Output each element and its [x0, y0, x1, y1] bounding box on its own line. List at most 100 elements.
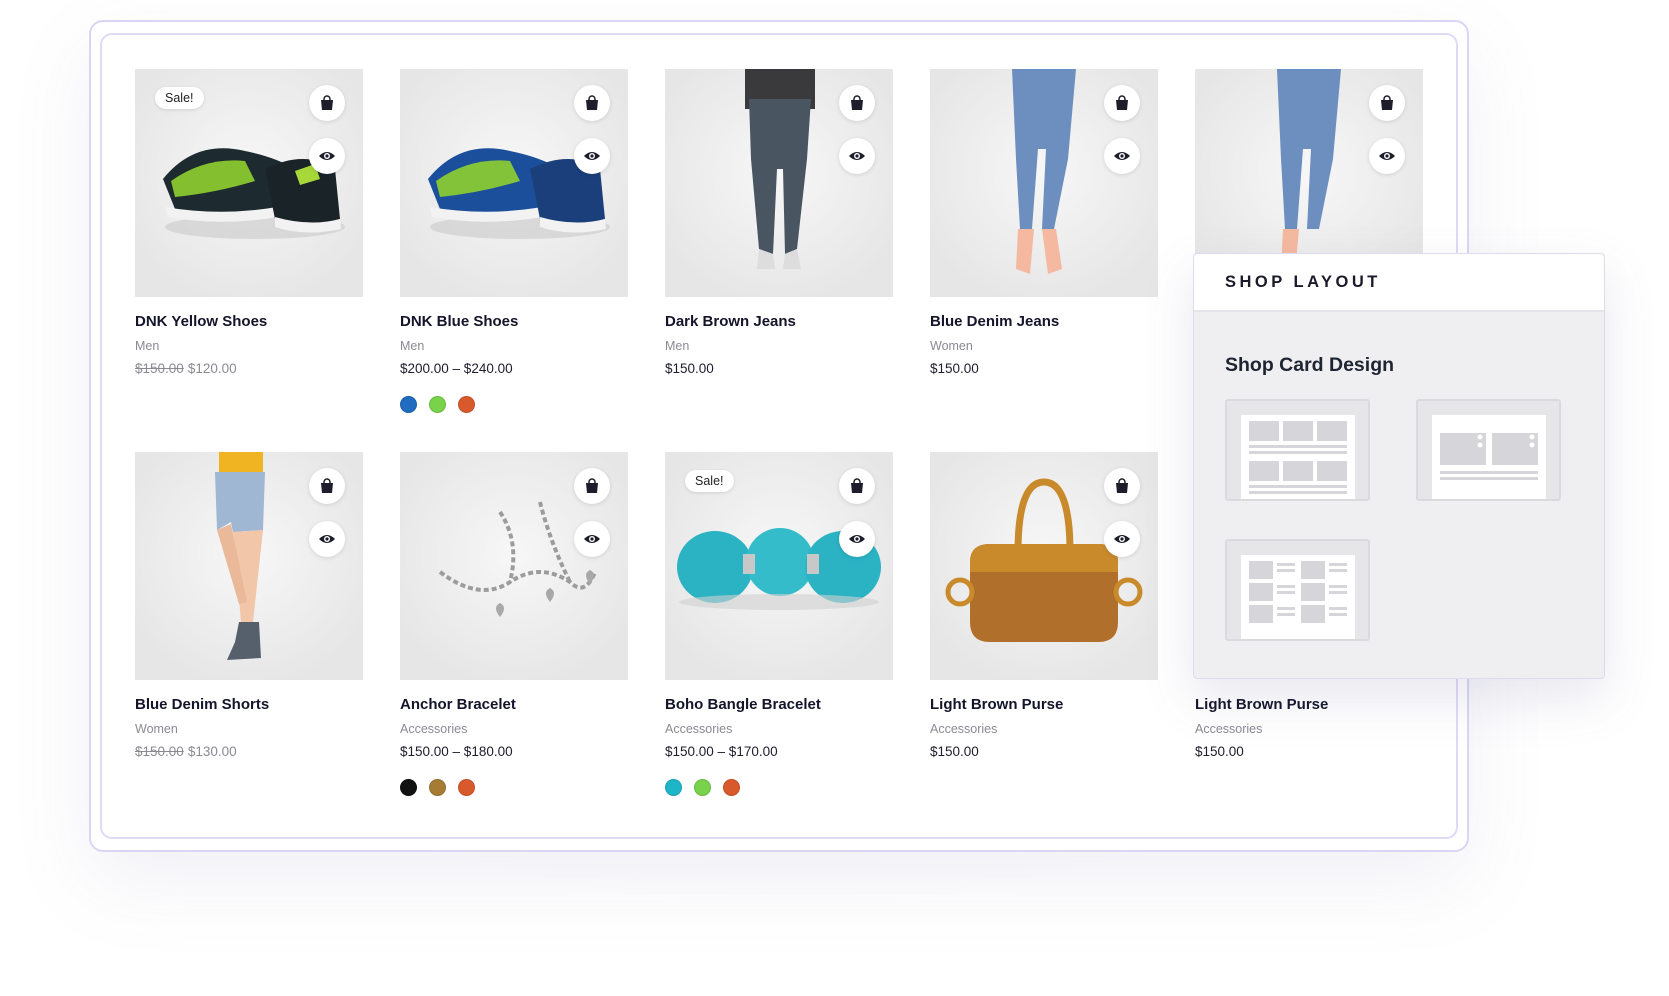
eye-icon [319, 535, 335, 543]
shop-card-design-title: Shop Card Design [1225, 354, 1395, 376]
product-card[interactable]: Sale! DNK Yellow Shoes Men $150.00 $120.0… [135, 69, 363, 376]
product-category[interactable]: Accessories [1195, 722, 1262, 736]
product-price: $150.00 [930, 361, 979, 376]
product-title[interactable]: Blue Denim Shorts [135, 696, 269, 713]
color-swatch-orange[interactable] [458, 779, 475, 796]
old-price: $150.00 [135, 744, 184, 759]
add-to-cart-button[interactable] [1369, 85, 1405, 121]
quick-view-button[interactable] [1104, 138, 1140, 174]
grid-layout-icon [1248, 421, 1347, 494]
product-price: $150.00 – $170.00 [665, 744, 778, 759]
shopping-bag-icon [321, 95, 333, 110]
product-title[interactable]: Light Brown Purse [1195, 696, 1328, 713]
color-swatches [400, 396, 475, 413]
color-swatch-orange[interactable] [458, 396, 475, 413]
layout-option-split[interactable] [1416, 399, 1561, 501]
product-image[interactable] [665, 69, 893, 297]
product-price: $150.00 $130.00 [135, 744, 237, 759]
color-swatch-black[interactable] [400, 779, 417, 796]
layout-option-grid[interactable] [1225, 399, 1370, 501]
product-category[interactable]: Accessories [930, 722, 997, 736]
quick-view-button[interactable] [839, 138, 875, 174]
quick-view-button[interactable] [839, 521, 875, 557]
layout-preview [1240, 555, 1355, 639]
quick-view-button[interactable] [1369, 138, 1405, 174]
quick-view-button[interactable] [309, 138, 345, 174]
layout-option-list[interactable] [1225, 539, 1370, 641]
shopping-bag-icon [586, 478, 598, 493]
sale-badge: Sale! [155, 87, 204, 109]
eye-icon [584, 152, 600, 160]
color-swatch-blue[interactable] [400, 396, 417, 413]
product-category[interactable]: Women [930, 339, 973, 353]
add-to-cart-button[interactable] [839, 468, 875, 504]
add-to-cart-button[interactable] [1104, 468, 1140, 504]
add-to-cart-button[interactable] [309, 468, 345, 504]
product-image[interactable]: Sale! [135, 69, 363, 297]
product-card[interactable]: Sale! Boho Bangle Bracelet Accessories $… [665, 452, 893, 796]
shopping-bag-icon [1381, 95, 1393, 110]
product-card[interactable]: Blue Denim Jeans Women $150.00 [930, 69, 1158, 376]
product-price: $150.00 [930, 744, 979, 759]
product-title[interactable]: Anchor Bracelet [400, 696, 516, 713]
eye-icon [1114, 535, 1130, 543]
quick-view-button[interactable] [309, 521, 345, 557]
color-swatch-green[interactable] [429, 396, 446, 413]
product-category[interactable]: Accessories [665, 722, 732, 736]
layout-preview [1240, 415, 1355, 499]
eye-icon [1379, 152, 1395, 160]
product-image[interactable] [930, 452, 1158, 680]
color-swatch-green[interactable] [694, 779, 711, 796]
product-title[interactable]: DNK Yellow Shoes [135, 313, 267, 330]
list-layout-icon [1248, 561, 1347, 623]
product-title[interactable]: DNK Blue Shoes [400, 313, 518, 330]
product-card[interactable]: Dark Brown Jeans Men $150.00 [665, 69, 893, 376]
product-category[interactable]: Women [135, 722, 178, 736]
color-swatch-orange[interactable] [723, 779, 740, 796]
sale-price: $130.00 [187, 744, 237, 759]
add-to-cart-button[interactable] [574, 468, 610, 504]
product-card[interactable]: Anchor Bracelet Accessories $150.00 – $1… [400, 452, 628, 796]
shopping-bag-icon [1116, 478, 1128, 493]
product-title[interactable]: Boho Bangle Bracelet [665, 696, 821, 713]
product-title[interactable]: Blue Denim Jeans [930, 313, 1059, 330]
panel-header: SHOP LAYOUT [1194, 254, 1604, 312]
color-swatches [665, 779, 740, 796]
quick-view-button[interactable] [1104, 521, 1140, 557]
product-image[interactable] [135, 452, 363, 680]
product-title[interactable]: Dark Brown Jeans [665, 313, 796, 330]
product-card[interactable]: Light Brown Purse Accessories $150.00 [930, 452, 1158, 759]
product-card[interactable]: Blue Denim Shorts Women $150.00 $130.00 [135, 452, 363, 759]
shopping-bag-icon [851, 95, 863, 110]
screenshot-stage: Sale! DNK Yellow Shoes Men $150.00 $120.0… [0, 0, 1669, 996]
product-image[interactable]: Sale! [665, 452, 893, 680]
product-price: $150.00 – $180.00 [400, 744, 513, 759]
product-category[interactable]: Men [135, 339, 159, 353]
product-price: $150.00 [1195, 744, 1244, 759]
color-swatch-brown[interactable] [429, 779, 446, 796]
product-price: $150.00 [665, 361, 714, 376]
add-to-cart-button[interactable] [309, 85, 345, 121]
product-image[interactable] [400, 452, 628, 680]
split-card-layout-icon [1439, 433, 1538, 480]
layout-preview [1431, 415, 1546, 499]
old-price: $150.00 [135, 361, 184, 376]
product-card[interactable]: DNK Blue Shoes Men $200.00 – $240.00 [400, 69, 628, 413]
shopping-bag-icon [321, 478, 333, 493]
quick-view-button[interactable] [574, 138, 610, 174]
product-price: $200.00 – $240.00 [400, 361, 513, 376]
sale-badge: Sale! [685, 470, 734, 492]
product-category[interactable]: Men [400, 339, 424, 353]
product-title[interactable]: Light Brown Purse [930, 696, 1063, 713]
product-image[interactable] [400, 69, 628, 297]
color-swatch-teal[interactable] [665, 779, 682, 796]
product-category[interactable]: Accessories [400, 722, 467, 736]
product-image[interactable] [930, 69, 1158, 297]
shopping-bag-icon [586, 95, 598, 110]
product-category[interactable]: Men [665, 339, 689, 353]
quick-view-button[interactable] [574, 521, 610, 557]
add-to-cart-button[interactable] [1104, 85, 1140, 121]
add-to-cart-button[interactable] [574, 85, 610, 121]
add-to-cart-button[interactable] [839, 85, 875, 121]
sale-price: $120.00 [187, 361, 237, 376]
